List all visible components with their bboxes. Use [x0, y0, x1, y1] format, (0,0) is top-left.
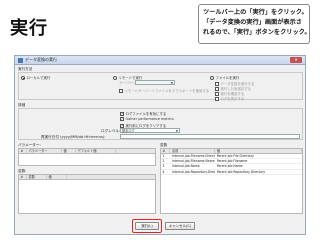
execution-group	[18, 72, 303, 100]
params-table[interactable]: # パラメーター 値 デフォルト値	[18, 148, 156, 166]
radio-local-label: ローカルで実行	[26, 76, 51, 80]
detail-check-logfile[interactable]: ✓ ログファイルを有効にする	[120, 111, 166, 116]
detail-check-logfile-label: ログファイルを有効にする	[125, 112, 167, 116]
detail-check-metrics-box: ✓	[120, 117, 124, 121]
params-col-name: パラメーター	[27, 149, 62, 153]
run-button-highlight	[132, 219, 162, 233]
vars-col-name: 変数	[27, 175, 47, 179]
env-cell-value: Parent Job Filename	[216, 159, 248, 164]
env-cell-num: 3	[162, 164, 165, 169]
radio-local-dot	[21, 75, 25, 80]
remote-export-label: リモートサーバーへファイルをエクスポートを使用する	[124, 89, 210, 93]
window-icon	[18, 57, 23, 63]
detail-check-logfile-box: ✓	[120, 111, 124, 116]
detail-check-clearlog-box: ✓	[120, 123, 124, 128]
table-row[interactable]: 4 Internal.Job.Repository.DirectoryParent…	[161, 170, 302, 175]
callout-line-1: ツールバー上の「実行」をクリック。	[203, 9, 308, 16]
env-cell-num: 1	[162, 154, 165, 158]
chevron-down-icon: ▼	[175, 129, 178, 133]
file-option-4-label: ログを表示する	[220, 97, 245, 101]
remote-server-select[interactable]: ▼	[135, 80, 175, 85]
cancel-button[interactable]: キャンセル(C)	[165, 222, 195, 230]
file-option-3-box	[215, 91, 219, 96]
replay-date-input[interactable]	[120, 134, 300, 139]
close-button[interactable]: ✕	[290, 57, 302, 63]
file-option-4[interactable]: ログを表示する	[215, 96, 244, 101]
log-level-label: ログレベル:	[101, 129, 121, 133]
dialog-title: データ変換の実行	[25, 57, 57, 62]
log-level-value: 基本ログ	[122, 129, 135, 133]
replay-date-label: 再実行日付 (yyyy/MM/dd HH:mm:ss):	[41, 135, 106, 139]
log-level-select[interactable]: 基本ログ ▼	[120, 128, 180, 133]
env-col-name: 名前	[170, 149, 216, 153]
vars-col-num: #	[19, 175, 27, 179]
vars-col-value: 値	[47, 175, 67, 179]
detail-check-metrics-label: Gather performance metrics	[125, 117, 174, 121]
env-col-num: #	[161, 149, 171, 153]
radio-file[interactable]: ファイルを実行	[210, 75, 239, 80]
params-col-value: 値	[62, 149, 76, 153]
env-cell-name: Internal.Job.Filename.Name	[171, 159, 215, 164]
remote-export-checkbox[interactable]: リモートサーバーへファイルをエクスポートを使用する	[119, 88, 209, 93]
file-option-2-box	[215, 86, 219, 91]
env-cell-value: Parent Job Name	[216, 164, 243, 169]
remote-export-box	[119, 88, 123, 93]
radio-remote-dot	[113, 75, 117, 80]
file-option-4-box	[215, 96, 219, 101]
params-col-default: デフォルト値	[76, 149, 116, 153]
env-cell-num: 4	[162, 169, 165, 174]
radio-local[interactable]: ローカルで実行	[21, 75, 50, 80]
params-table-header: # パラメーター 値 デフォルト値	[19, 149, 155, 154]
file-option-1-box	[215, 81, 219, 86]
env-table[interactable]: # 名前 値 1 Internal.Job.Filename.Directory P…	[160, 148, 303, 214]
detail-check-metrics[interactable]: ✓ Gather performance metrics	[120, 117, 174, 121]
run-transformation-dialog: データ変換の実行 ✕ 実行方法 ローカルで実行 リモートで実行 サーバー(S):…	[14, 55, 306, 235]
vars-table[interactable]: # 変数 値	[18, 174, 156, 214]
env-cell-name: Internal.Job.Repository.Directory	[171, 169, 215, 174]
env-cell-name: Internal.Job.Filename.Directory	[171, 154, 216, 158]
env-cell-value: Parent Job File Directory	[216, 154, 254, 158]
chevron-down-icon: ▼	[170, 81, 173, 85]
callout-line-3: れるので、「実行」ボタンをクリック。	[203, 29, 311, 36]
radio-file-label: ファイルを実行	[215, 76, 240, 80]
dialog-titlebar[interactable]: データ変換の実行 ✕	[15, 56, 305, 65]
radio-file-dot	[210, 75, 214, 80]
params-col-num: #	[19, 149, 27, 153]
env-cell-name: Internal.Job.Name	[171, 164, 200, 169]
callout-line-2: 「データ変換の実行」画面が表示さ	[203, 19, 302, 26]
vars-table-header: # 変数 値	[19, 175, 155, 180]
env-cell-value: Parent Job Repository Directory	[216, 169, 266, 174]
instruction-callout: ツールバー上の「実行」をクリック。 「データ変換の実行」画面が表示さ れるので、…	[198, 4, 311, 44]
env-col-value: 値	[215, 149, 302, 153]
slide-title: 実行	[10, 18, 48, 39]
env-cell-num: 2	[162, 159, 165, 164]
